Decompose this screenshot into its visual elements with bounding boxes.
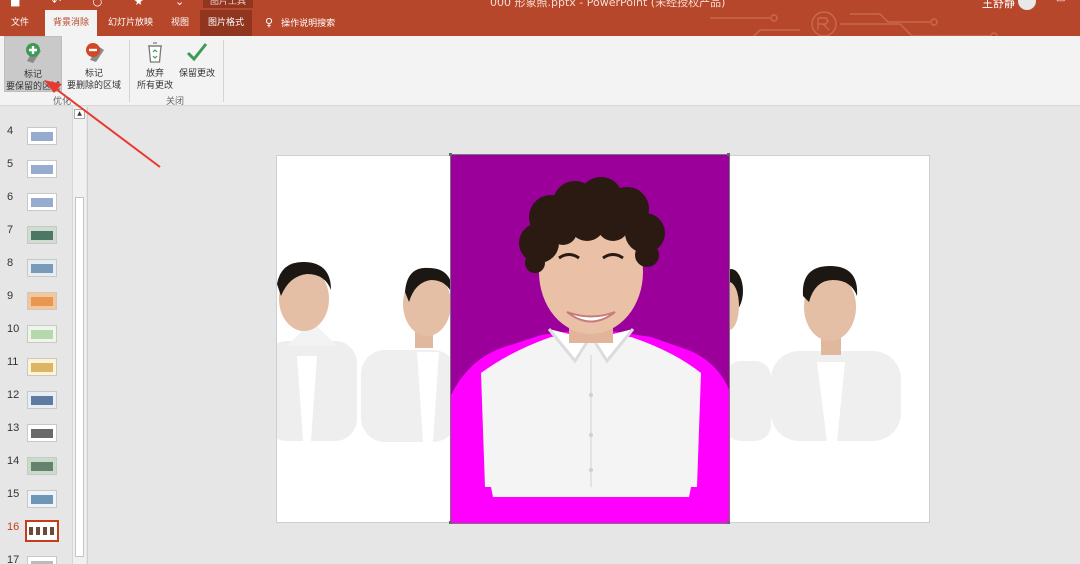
- title-bar: ■ ↶ ○ ★ ⌄ 图片工具 000 形象照.pptx - PowerPoint…: [0, 0, 1080, 10]
- user-name[interactable]: 王舒静: [982, 0, 1015, 10]
- document-title: 000 形象照.pptx - PowerPoint (未经授权产品): [490, 0, 726, 9]
- ribbon-tabs: 文件 背景消除 幻灯片放映 视图 图片格式 ♀ 操作说明搜索: [0, 10, 1080, 41]
- tab-file[interactable]: 文件: [3, 10, 37, 36]
- tell-me-search[interactable]: ♀ 操作说明搜索: [257, 10, 343, 36]
- slide-thumbnail-7[interactable]: 7: [0, 224, 70, 257]
- quick-access-toolbar[interactable]: ■ ↶ ○ ★ ⌄: [10, 0, 198, 8]
- group-label-optimize: 优化: [53, 97, 72, 107]
- slide-number: 7: [7, 224, 14, 236]
- portrait-left[interactable]: [265, 261, 357, 441]
- selection-handle[interactable]: [449, 521, 452, 524]
- tab-slideshow[interactable]: 幻灯片放映: [100, 10, 161, 36]
- slide-editing-canvas[interactable]: [88, 107, 1080, 564]
- slide-thumbnail-image: [27, 556, 57, 564]
- slide-number: 14: [7, 455, 20, 467]
- selection-handle[interactable]: [449, 153, 452, 156]
- slide-thumbnail-11[interactable]: 11: [0, 356, 70, 389]
- keep-changes-line1: 保留更改: [178, 69, 215, 79]
- slide-thumbnail-image: [27, 490, 57, 508]
- slide-number: 4: [7, 125, 14, 137]
- avatar[interactable]: [1018, 0, 1036, 10]
- group-separator: [223, 40, 224, 102]
- tab-view[interactable]: 视图: [163, 10, 197, 36]
- slide-number: 16: [7, 521, 20, 533]
- keep-changes-button[interactable]: 保留更改: [176, 36, 218, 92]
- slide-number: 11: [7, 356, 19, 368]
- slide-thumbnail-image: [27, 160, 57, 178]
- portrait-second[interactable]: [361, 267, 457, 442]
- slide-thumbnail-14[interactable]: 14: [0, 455, 70, 488]
- slide-thumbnail-9[interactable]: 9: [0, 290, 70, 323]
- background-removal-photo[interactable]: [450, 154, 730, 524]
- tab-background-removal[interactable]: 背景消除: [45, 10, 98, 36]
- slide-number: 17: [7, 554, 20, 564]
- mark-keep-line2: 要保留的区域: [5, 82, 60, 92]
- photo-content: [451, 155, 729, 523]
- selection-handle[interactable]: [727, 153, 730, 156]
- slide-thumbnail-15[interactable]: 15: [0, 488, 70, 521]
- slide-thumbnail-image: [27, 457, 57, 475]
- mark-keep-line1: 标记: [23, 70, 42, 80]
- discard-line2: 所有更改: [136, 81, 173, 91]
- slide-thumbnail-13[interactable]: 13: [0, 422, 70, 455]
- ribbon-display-options-icon[interactable]: ▭: [1056, 0, 1065, 5]
- slide-thumbnail-image: [27, 127, 57, 145]
- scroll-thumb[interactable]: [75, 197, 84, 557]
- slide-thumbnail-image: [27, 358, 57, 376]
- slide-number: 6: [7, 191, 14, 203]
- slide-number: 5: [7, 158, 14, 170]
- slide-number: 9: [7, 290, 14, 302]
- slide-number: 8: [7, 257, 14, 269]
- add-mark-icon: [26, 43, 41, 63]
- mark-remove-line2: 要删除的区域: [66, 81, 121, 91]
- slide-thumbnail-17[interactable]: 17: [0, 554, 70, 564]
- slide-thumbnail-image: [27, 259, 57, 277]
- tell-me-label: 操作说明搜索: [281, 19, 336, 29]
- scroll-up-arrow-icon[interactable]: ▲: [74, 109, 85, 119]
- slide-thumbnail-image: [27, 226, 57, 244]
- slide-number: 15: [7, 488, 20, 500]
- slide-number: 10: [7, 323, 20, 335]
- slide-number: 13: [7, 422, 20, 434]
- slide-thumbnail-8[interactable]: 8: [0, 257, 70, 290]
- ribbon: 标记 要保留的区域 标记 要删除的区域 优化 放弃 所有更改 保留更改 关闭: [0, 36, 1080, 107]
- mark-remove-line1: 标记: [84, 69, 103, 79]
- slide-thumbnail-5[interactable]: 5: [0, 158, 70, 191]
- discard-all-changes-button[interactable]: 放弃 所有更改: [134, 36, 176, 92]
- slide-thumbnail-image: [27, 325, 57, 343]
- tab-picture-format[interactable]: 图片格式: [200, 10, 253, 36]
- slide-thumbnail-image: [27, 391, 57, 409]
- recycle-bin-icon: [148, 42, 162, 63]
- slide-thumbnail-image: [27, 424, 57, 442]
- slide-thumbnail-10[interactable]: 10: [0, 323, 70, 356]
- slide-thumbnail-image: [27, 292, 57, 310]
- picture-tools-context-label: 图片工具: [203, 0, 253, 8]
- slide-thumbnail-6[interactable]: 6: [0, 191, 70, 224]
- slide-thumbnail-4[interactable]: 4: [0, 125, 70, 158]
- group-separator: [129, 40, 130, 102]
- thumbnail-scrollbar[interactable]: ▲: [72, 107, 86, 564]
- group-label-close: 关闭: [166, 97, 185, 107]
- lightbulb-icon: ♀: [265, 16, 274, 29]
- slide-thumbnail-image: [27, 193, 57, 211]
- slide-thumbnail-16[interactable]: 16: [0, 520, 70, 554]
- slide-thumbnail-image: [25, 520, 59, 542]
- slide-thumbnail-panel[interactable]: ▲ 4 5 6 7 8 9 10 11 12 13 14 15 16 17: [0, 107, 88, 564]
- slide-number: 12: [7, 389, 20, 401]
- mark-areas-to-remove-button[interactable]: 标记 要删除的区域: [64, 36, 124, 92]
- checkmark-icon: [186, 43, 208, 62]
- portrait-right[interactable]: [771, 266, 901, 442]
- slide-thumbnail-12[interactable]: 12: [0, 389, 70, 422]
- selection-handle[interactable]: [727, 521, 730, 524]
- remove-mark-icon: [86, 43, 104, 62]
- mark-areas-to-keep-button[interactable]: 标记 要保留的区域: [4, 36, 62, 92]
- discard-line1: 放弃: [145, 69, 164, 79]
